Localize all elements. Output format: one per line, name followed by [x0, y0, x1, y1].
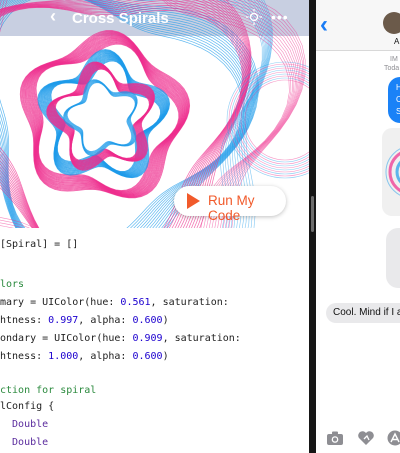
code-token: htness: [0, 315, 49, 326]
code-token: , saturation: [162, 333, 241, 344]
timestamp: Toda [384, 65, 400, 72]
playground-topbar: ‹ Cross Spirals ••• [0, 0, 309, 36]
split-view-divider[interactable] [309, 0, 316, 453]
code-line: [Spiral] = [] [0, 238, 78, 252]
code-line: htness: 1.000, alpha: 0.600) [0, 350, 169, 364]
contact-name: A [394, 37, 400, 46]
incoming-message-bubble[interactable] [386, 228, 400, 288]
image-message-bubble[interactable] [382, 128, 400, 216]
brightness-icon[interactable] [245, 8, 263, 26]
run-button-label: Run My Code [208, 193, 255, 223]
code-editor[interactable]: [Spiral] = [] lors mary = UIColor(hue: 0.5… [0, 228, 309, 453]
chevron-left-icon[interactable]: ‹ [320, 11, 328, 39]
conversation-header: ‹ A [316, 0, 400, 51]
code-token: lConfig { [0, 401, 55, 412]
avatar[interactable] [383, 12, 400, 34]
code-token: [Spiral] = [] [0, 239, 79, 250]
code-token: lors [0, 279, 25, 290]
run-my-code-button[interactable]: Run My Code [174, 186, 286, 223]
code-token: 0.909 [132, 333, 163, 344]
code-token: htness: [0, 351, 49, 362]
code-token: ) [162, 315, 169, 326]
code-token: mary = UIColor(hue: [0, 297, 121, 308]
code-token: Double [0, 419, 49, 430]
code-token: ) [162, 351, 169, 362]
code-token: , alpha: [78, 315, 133, 326]
page-title: Cross Spirals [72, 10, 169, 27]
code-token: Double [0, 437, 49, 448]
incoming-message-bubble[interactable]: Cool. Mind if I a [326, 303, 400, 323]
code-token: ction for spiral [0, 385, 97, 396]
code-line: ction for spiral [0, 384, 96, 398]
code-line: mary = UIColor(hue: 0.561, saturation: [0, 296, 229, 310]
camera-icon[interactable] [326, 430, 344, 446]
code-token: 0.600 [132, 315, 163, 326]
app-store-icon[interactable] [386, 430, 400, 446]
message-text: Cool. Mind if I a [333, 307, 400, 318]
more-options-icon[interactable]: ••• [271, 9, 293, 25]
message-input-bar [316, 425, 400, 453]
code-line: ondary = UIColor(hue: 0.909, saturation: [0, 332, 241, 346]
code-token: 1.000 [48, 351, 79, 362]
code-token: , alpha: [78, 351, 133, 362]
spiral-thumbnail [385, 148, 400, 196]
code-token: 0.561 [120, 297, 151, 308]
code-token: 0.600 [132, 351, 163, 362]
code-line: lors [0, 278, 24, 292]
code-token: ondary = UIColor(hue: [0, 333, 133, 344]
message-text-line: C [396, 95, 400, 104]
outgoing-message-bubble[interactable]: H C S [388, 77, 400, 123]
code-line: Double [0, 436, 48, 450]
messages-pane: ‹ A IM Toda H C S Cool. Mind if I a [316, 0, 400, 453]
message-text-line: H [396, 83, 400, 92]
digital-touch-icon[interactable] [357, 430, 375, 446]
divider-handle[interactable] [311, 196, 314, 232]
code-line: Double [0, 418, 48, 432]
play-icon [187, 193, 200, 209]
code-line: htness: 0.997, alpha: 0.600) [0, 314, 169, 328]
chevron-left-icon[interactable]: ‹ [50, 6, 56, 27]
playground-pane: ‹ Cross Spirals ••• Run My Code [Spiral]… [0, 0, 309, 453]
imessage-label: IM [390, 56, 398, 63]
code-token: , saturation: [150, 297, 229, 308]
code-line: lConfig { [0, 400, 54, 414]
code-token: 0.997 [48, 315, 79, 326]
message-text-line: S [396, 107, 400, 116]
